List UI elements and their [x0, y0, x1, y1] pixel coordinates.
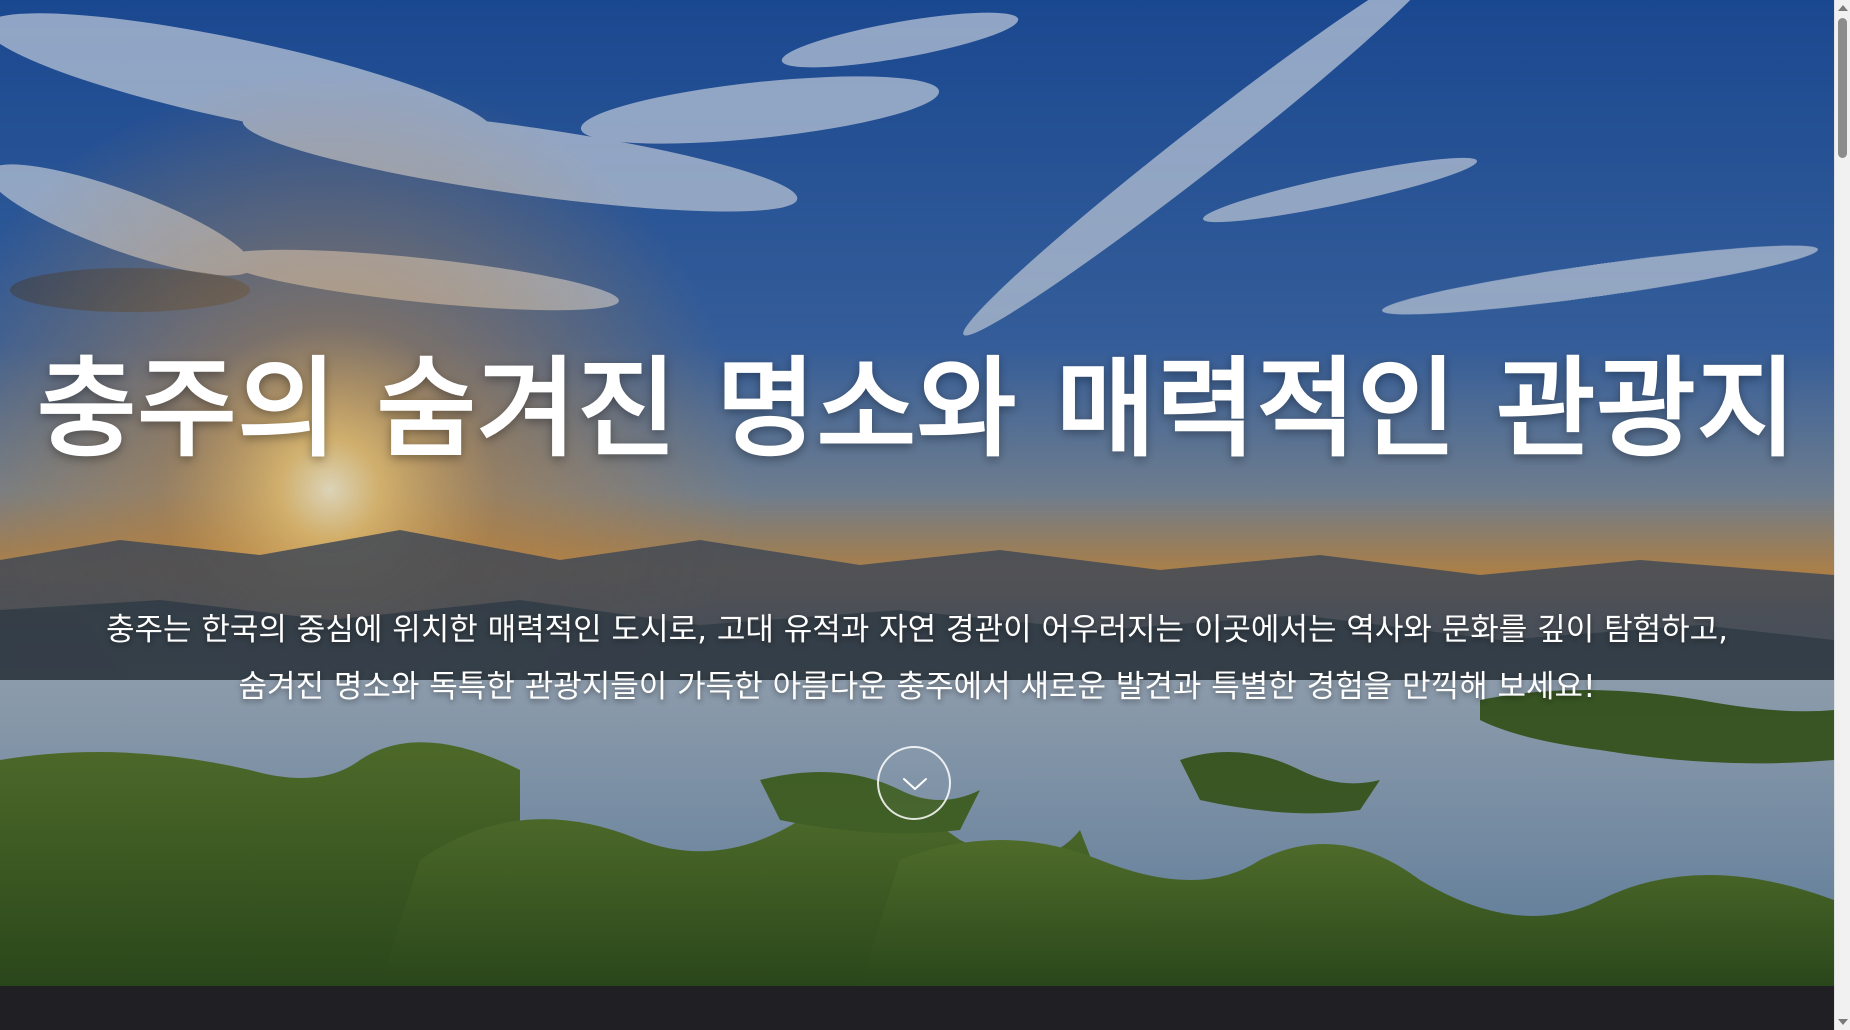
- scroll-down-arrow-icon[interactable]: [1838, 1019, 1848, 1025]
- hero-description: 충주는 한국의 중심에 위치한 매력적인 도시로, 고대 유적과 자연 경관이 …: [60, 602, 1774, 716]
- footer-bar: [0, 986, 1834, 1030]
- hero-section: 충주의 숨겨진 명소와 매력적인 관광지 충주는 한국의 중심에 위치한 매력적…: [0, 0, 1834, 986]
- hero-background-image: [0, 0, 1834, 986]
- hero-title: 충주의 숨겨진 명소와 매력적인 관광지: [36, 347, 1798, 472]
- hero-description-line-1: 충주는 한국의 중심에 위치한 매력적인 도시로, 고대 유적과 자연 경관이 …: [105, 612, 1729, 648]
- page-scrollbar[interactable]: [1834, 0, 1850, 1030]
- scroll-down-button[interactable]: [877, 746, 951, 820]
- hero-description-line-2: 숨겨진 명소와 독특한 관광지들이 가득한 아름다운 충주에서 새로운 발견과 …: [238, 669, 1596, 705]
- chevron-down-icon: [903, 778, 927, 790]
- scroll-up-arrow-icon[interactable]: [1838, 5, 1848, 11]
- scrollbar-thumb[interactable]: [1838, 18, 1847, 158]
- page-viewport: 충주의 숨겨진 명소와 매력적인 관광지 충주는 한국의 중심에 위치한 매력적…: [0, 0, 1834, 1030]
